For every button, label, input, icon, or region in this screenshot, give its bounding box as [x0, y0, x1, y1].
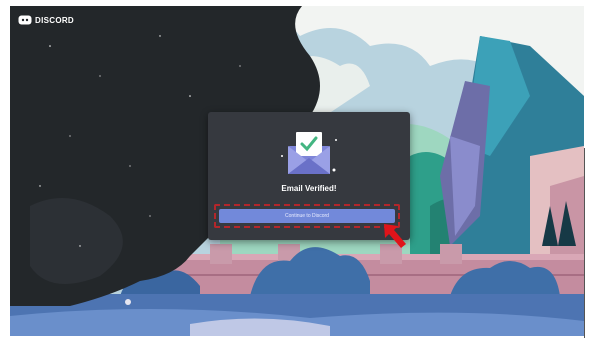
discord-logo-icon: [18, 15, 32, 25]
discord-brand[interactable]: DISCORD: [18, 15, 74, 25]
envelope-check-icon: [281, 132, 337, 174]
modal-title: Email Verified!: [281, 184, 337, 193]
continue-to-discord-button[interactable]: Continue to Discord: [219, 209, 395, 223]
red-arrow-icon: [384, 224, 406, 248]
brand-name: DISCORD: [35, 15, 74, 25]
highlight-box: Continue to Discord: [214, 204, 400, 228]
edge-divider: [584, 148, 585, 338]
background-scene: DISCORD Email Verified! Continue to Disc…: [10, 6, 584, 336]
